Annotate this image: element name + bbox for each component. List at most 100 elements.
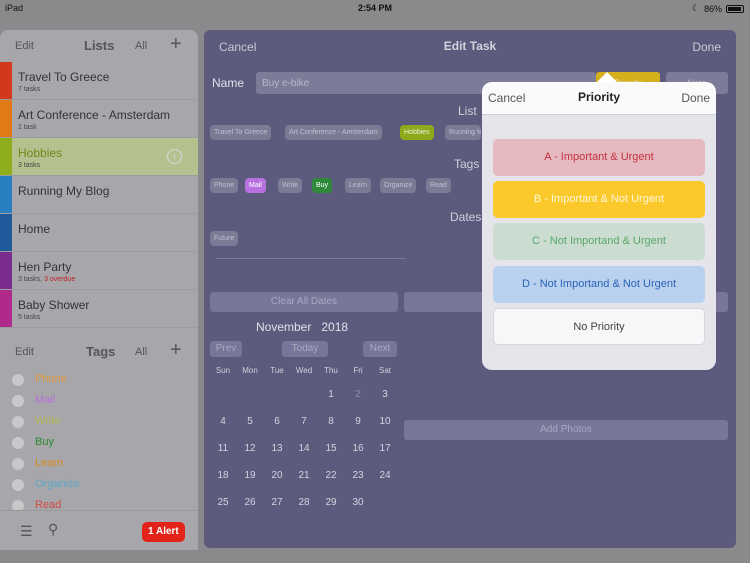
calendar-day[interactable]: 27 (264, 497, 290, 508)
tag-dot[interactable] (12, 395, 24, 407)
alert-button[interactable]: 1 Alert (142, 522, 185, 542)
priority-header: Cancel Priority Done (482, 82, 716, 115)
calendar-day[interactable]: 19 (237, 470, 263, 481)
tag-dot[interactable] (12, 437, 24, 449)
tag-chip[interactable]: Phone (210, 178, 239, 193)
battery-percent: 86% (703, 3, 722, 14)
list-item[interactable]: Hen Party 3 tasks, 3 overdue (0, 252, 198, 290)
tag-dot[interactable] (12, 374, 24, 386)
date-chip-future[interactable]: Future (210, 231, 239, 246)
prev-month-button[interactable]: Prev (210, 341, 242, 357)
search-icon[interactable]: ⚲ (48, 521, 58, 538)
calendar-day[interactable]: 16 (345, 443, 371, 454)
priority-done-button[interactable]: Done (681, 91, 710, 105)
tags-edit-button[interactable]: Edit (15, 346, 34, 358)
tag-dot[interactable] (12, 500, 24, 510)
tag-item[interactable]: Mail (0, 391, 198, 412)
calendar-day[interactable]: 13 (264, 443, 290, 454)
tags-all-button[interactable]: All (135, 346, 147, 358)
calendar-day[interactable]: 22 (318, 470, 344, 481)
tag-item[interactable]: Phone (0, 370, 198, 391)
tag-name: Read (35, 499, 62, 510)
tag-chip[interactable]: Write (278, 178, 303, 193)
list-item[interactable]: Art Conference - Amsterdam 1 task (0, 100, 198, 138)
list-name: Art Conference - Amsterdam (18, 108, 171, 122)
list-name: Hen Party (18, 260, 72, 274)
list-color-bar (0, 100, 12, 137)
calendar-day[interactable]: 28 (291, 497, 317, 508)
tag-item[interactable]: Organize (0, 475, 198, 496)
tag-chip[interactable]: Read (426, 178, 451, 193)
calendar-day[interactable]: 26 (237, 497, 263, 508)
next-month-button[interactable]: Next (363, 341, 397, 357)
calendar-day[interactable]: 8 (318, 416, 344, 427)
list-task-count: 3 tasks, 3 overdue (18, 276, 76, 283)
calendar-day[interactable]: 23 (345, 470, 371, 481)
menu-icon[interactable]: ☰ (20, 523, 33, 540)
calendar-day[interactable]: 17 (372, 443, 398, 454)
sidebar-toolbar: ☰ ⚲ 1 Alert (0, 510, 198, 550)
tag-item[interactable]: Buy (0, 433, 198, 454)
priority-option[interactable]: B - Important & Not Urgent (493, 181, 705, 218)
clear-all-dates-button[interactable]: Clear All Dates (210, 292, 398, 312)
calendar-day[interactable]: 7 (291, 416, 317, 427)
tag-item[interactable]: Read (0, 496, 198, 510)
lists-edit-button[interactable]: Edit (15, 40, 34, 52)
list-chip[interactable]: Hobbies (400, 125, 434, 140)
calendar-day[interactable]: 24 (372, 470, 398, 481)
calendar-day[interactable]: 21 (291, 470, 317, 481)
priority-option[interactable]: No Priority (493, 308, 705, 345)
calendar-day[interactable]: 30 (345, 497, 371, 508)
tag-chip[interactable]: Mail (245, 178, 266, 193)
clock: 2:54 PM (357, 3, 392, 13)
calendar-day[interactable]: 15 (318, 443, 344, 454)
tag-item[interactable]: Learn (0, 454, 198, 475)
list-item[interactable]: Baby Shower 5 tasks (0, 290, 198, 328)
weekday-label: Wed (295, 366, 313, 375)
today-button[interactable]: Today (282, 341, 328, 357)
name-label: Name (212, 76, 245, 90)
calendar-day[interactable]: 1 (318, 389, 344, 400)
info-icon[interactable]: i (167, 149, 182, 164)
tag-dot[interactable] (12, 416, 24, 428)
add-photos-button[interactable]: Add Photos (404, 420, 728, 440)
add-tag-icon[interactable]: + (170, 340, 182, 360)
tag-item[interactable]: Write (0, 412, 198, 433)
calendar-day[interactable]: 2 (345, 389, 371, 400)
list-item[interactable]: Home (0, 214, 198, 252)
add-list-icon[interactable]: + (170, 34, 182, 54)
list-item[interactable]: Travel To Greece 7 tasks (0, 62, 198, 100)
calendar-day[interactable]: 12 (237, 443, 263, 454)
priority-option[interactable]: A - Important & Urgent (493, 139, 705, 176)
tags-title: Tags (86, 344, 116, 359)
done-button[interactable]: Done (692, 40, 721, 54)
list-chip[interactable]: Running M (445, 125, 481, 140)
calendar-day[interactable]: 11 (210, 443, 236, 454)
tag-chip[interactable]: Buy (312, 178, 333, 193)
list-task-count: 5 tasks (18, 314, 41, 321)
weekday-label: Fri (353, 366, 363, 375)
list-item[interactable]: Running My Blog (0, 176, 198, 214)
tag-dot[interactable] (12, 479, 24, 491)
calendar-day[interactable]: 20 (264, 470, 290, 481)
calendar-day[interactable]: 25 (210, 497, 236, 508)
calendar-day[interactable]: 6 (264, 416, 290, 427)
calendar-day[interactable]: 29 (318, 497, 344, 508)
list-chip[interactable]: Art Conference - Amsterdam (285, 125, 382, 140)
calendar-day[interactable]: 9 (345, 416, 371, 427)
calendar-day[interactable]: 14 (291, 443, 317, 454)
calendar-day[interactable]: 4 (210, 416, 236, 427)
tag-name: Organize (35, 478, 80, 490)
list-item[interactable]: Hobbies 3 tasks i (0, 138, 198, 176)
calendar-day[interactable]: 18 (210, 470, 236, 481)
calendar-day[interactable]: 3 (372, 389, 398, 400)
tag-chip[interactable]: Learn (345, 178, 371, 193)
tag-dot[interactable] (12, 458, 24, 470)
tag-chip[interactable]: Organize (380, 178, 417, 193)
lists-all-button[interactable]: All (135, 40, 147, 52)
priority-option[interactable]: C - Not Importand & Urgent (493, 223, 705, 260)
priority-option[interactable]: D - Not Importand & Not Urgent (493, 266, 705, 303)
calendar-day[interactable]: 5 (237, 416, 263, 427)
calendar-day[interactable]: 10 (372, 416, 398, 427)
list-chip[interactable]: Travel To Greece (210, 125, 272, 140)
